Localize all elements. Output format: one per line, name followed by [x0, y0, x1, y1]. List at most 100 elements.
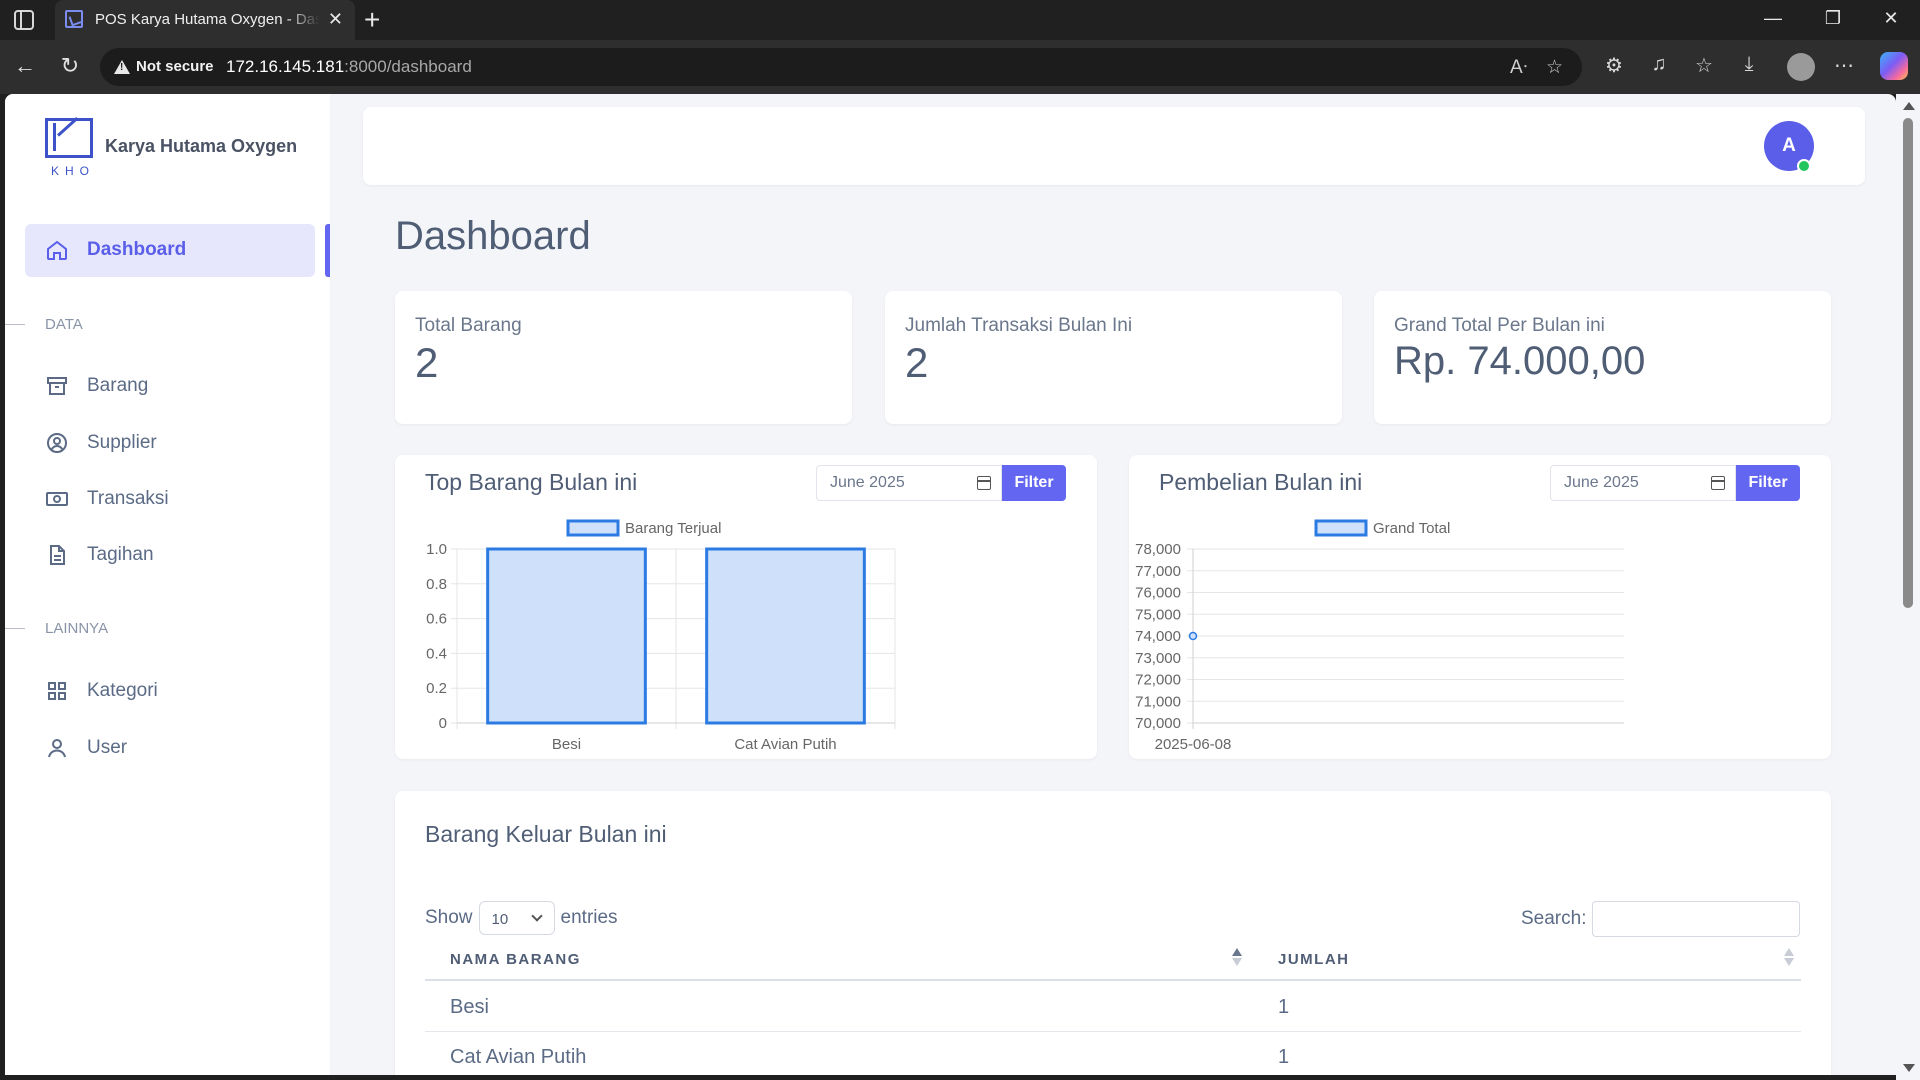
address-bar: ← ↻ Not secure 172.16.145.181:8000/dashb… — [0, 40, 1920, 94]
active-indicator — [325, 224, 330, 277]
stat-card-jumlah-transaksi: Jumlah Transaksi Bulan Ini 2 — [885, 291, 1342, 424]
y-tick-label: 74,000 — [1135, 628, 1181, 645]
entries-label: entries — [560, 907, 618, 928]
sort-asc-icon[interactable] — [1232, 948, 1242, 968]
sidebar-item-label: Supplier — [87, 432, 157, 453]
section-label-lainnya: LAINNYA — [45, 620, 109, 637]
sidebar-item-label: User — [87, 737, 128, 758]
chevron-down-icon — [530, 910, 543, 922]
browser-tabbar: POS Karya Hutama Oxygen - Dashboard ✕ + … — [0, 0, 1920, 40]
not-secure-label[interactable]: Not secure — [136, 58, 214, 75]
url-text[interactable]: 172.16.145.181:8000/dashboard — [226, 57, 472, 77]
y-tick-label: 76,000 — [1135, 585, 1181, 602]
y-tick-label: 0.2 — [426, 680, 447, 697]
extensions-icon[interactable]: ⚙ — [1600, 53, 1628, 78]
legend-label: Barang Terjual — [625, 520, 721, 537]
grid-icon — [45, 679, 69, 703]
stat-label: Total Barang — [415, 315, 522, 336]
bar-chart: Barang Terjual 0 0.2 0.4 0.6 0.8 1.0 Besi Cat Av… — [426, 519, 896, 753]
legend-label: Grand Total — [1373, 520, 1450, 537]
table-title: Barang Keluar Bulan ini — [425, 821, 667, 847]
page-length-select[interactable]: 10 — [478, 901, 555, 935]
url-field[interactable]: Not secure 172.16.145.181:8000/dashboard… — [100, 48, 1582, 86]
url-host: 172.16.145.181 — [226, 57, 345, 76]
copilot-icon[interactable] — [1880, 52, 1908, 80]
sidebar: KHO Karya Hutama Oxygen Dashboard DATA B… — [5, 94, 330, 1075]
sidebar-item-label: Transaksi — [87, 488, 169, 509]
minimize-button[interactable]: — — [1760, 8, 1786, 29]
warning-icon — [114, 60, 130, 74]
sidebar-item-transaksi[interactable]: Transaksi — [45, 484, 169, 514]
restore-button[interactable]: ❐ — [1820, 8, 1846, 29]
show-label: Show — [425, 907, 473, 928]
data-point — [1188, 631, 1198, 641]
stat-value: 2 — [905, 339, 929, 386]
logo-icon[interactable] — [45, 118, 93, 158]
new-tab-button[interactable]: + — [364, 4, 380, 36]
stat-value: 2 — [415, 339, 439, 386]
sort-icon[interactable] — [1784, 948, 1794, 968]
legend-swatch — [566, 519, 620, 537]
user-circle-icon — [45, 431, 69, 455]
scroll-thumb[interactable] — [1903, 118, 1913, 608]
back-icon[interactable]: ← — [10, 53, 40, 79]
y-tick-label: 71,000 — [1135, 693, 1181, 710]
media-icon[interactable]: ♫ — [1645, 53, 1673, 76]
sidebar-item-barang[interactable]: Barang — [45, 371, 148, 401]
read-aloud-icon[interactable]: Aᐧ — [1510, 56, 1528, 79]
sidebar-item-label: Barang — [87, 375, 149, 396]
sidebar-item-user[interactable]: User — [45, 733, 127, 763]
y-tick-label: 72,000 — [1135, 672, 1181, 689]
y-tick-label: 0.8 — [426, 576, 447, 593]
scroll-up-icon[interactable] — [1903, 102, 1915, 110]
user-icon — [45, 736, 69, 760]
tab-close-icon[interactable]: ✕ — [328, 9, 343, 29]
table-cell-jumlah: 1 — [1278, 996, 1290, 1018]
column-header-jumlah[interactable]: JUMLAH — [1278, 951, 1350, 968]
bar — [486, 547, 647, 725]
chart-card-top-barang: Top Barang Bulan ini June 2025 Filter Ba… — [395, 455, 1097, 759]
sidebar-item-tagihan[interactable]: Tagihan — [45, 540, 154, 570]
y-tick-label: 73,000 — [1135, 650, 1181, 667]
sidebar-item-dashboard[interactable]: Dashboard — [25, 224, 315, 277]
brand-name[interactable]: Karya Hutama Oxygen — [105, 136, 297, 157]
downloads-icon[interactable]: ⤓ — [1735, 53, 1763, 76]
y-tick-label: 0 — [439, 715, 447, 732]
table-search: Search: — [1521, 901, 1801, 937]
profile-icon[interactable] — [1787, 53, 1815, 81]
home-icon — [45, 238, 69, 262]
favorite-star-icon[interactable]: ☆ — [1546, 56, 1563, 79]
favorites-icon[interactable]: ☆ — [1690, 53, 1718, 78]
sidebar-item-supplier[interactable]: Supplier — [45, 428, 157, 458]
favicon-icon — [65, 10, 83, 28]
stat-value: Rp. 74.000,00 — [1394, 339, 1646, 383]
stat-label: Jumlah Transaksi Bulan Ini — [905, 315, 1133, 336]
top-header: A — [363, 107, 1865, 185]
column-header-nama-barang[interactable]: NAMA BARANG — [450, 951, 581, 968]
table-card-barang-keluar: Barang Keluar Bulan ini Show 10 entries … — [395, 791, 1831, 1075]
tab-actions-icon[interactable] — [14, 10, 34, 30]
y-tick-label: 0.6 — [426, 611, 447, 628]
logo-text: KHO — [51, 164, 96, 178]
search-label: Search: — [1521, 908, 1587, 929]
legend-swatch — [1314, 519, 1368, 537]
reload-icon[interactable]: ↻ — [55, 53, 85, 79]
online-status-dot — [1797, 159, 1811, 173]
table-cell-jumlah: 1 — [1278, 1046, 1290, 1068]
y-tick-label: 0.4 — [426, 645, 447, 662]
more-menu-icon[interactable]: ⋯ — [1830, 53, 1858, 78]
search-input[interactable] — [1592, 901, 1801, 937]
sidebar-item-kategori[interactable]: Kategori — [45, 676, 158, 706]
document-icon — [45, 543, 69, 567]
section-label-data: DATA — [45, 316, 83, 333]
page-viewport: KHO Karya Hutama Oxygen Dashboard DATA B… — [5, 94, 1896, 1075]
table-cell-nama: Besi — [450, 996, 489, 1018]
browser-tab[interactable]: POS Karya Hutama Oxygen - Dashboard ✕ — [55, 0, 355, 40]
page-scrollbar[interactable] — [1896, 94, 1920, 1080]
close-window-button[interactable]: ✕ — [1878, 8, 1904, 29]
chart-card-pembelian: Pembelian Bulan ini June 2025 Filter Gra… — [1129, 455, 1831, 759]
scroll-down-icon[interactable] — [1903, 1064, 1915, 1072]
x-tick-label: Besi — [552, 736, 581, 753]
tab-title: POS Karya Hutama Oxygen - Dashboard — [95, 11, 320, 28]
header-divider — [425, 979, 1801, 981]
